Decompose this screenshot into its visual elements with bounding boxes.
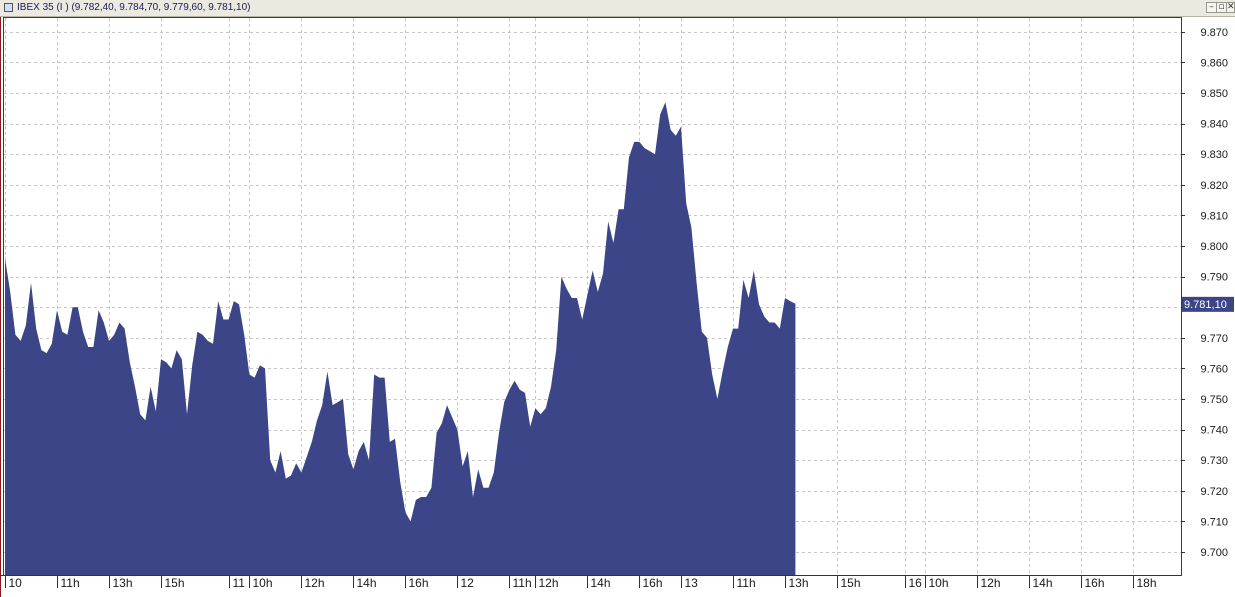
y-tick-label: 9.720: [1200, 486, 1228, 498]
chart-window-icon: [4, 3, 13, 12]
chart-window: IBEX 35 (I ) (9.782,40, 9.784,70, 9.779,…: [0, 0, 1235, 597]
x-tick-label: 11h: [513, 576, 532, 590]
x-tick-label: 16h: [409, 576, 429, 590]
x-tick-label: 12h: [539, 576, 559, 590]
y-tick-label: 9.770: [1200, 333, 1228, 345]
x-tick-label: 16: [909, 576, 923, 590]
y-tick-label: 9.700: [1200, 547, 1228, 559]
y-tick-label: 9.730: [1200, 455, 1228, 467]
x-tick-label: 14h: [1033, 576, 1053, 590]
y-tick-label: 9.830: [1200, 149, 1228, 161]
x-tick-label: 10h: [929, 576, 949, 590]
x-tick-label: 16h: [1085, 576, 1105, 590]
x-tick-label: 18h: [1137, 576, 1157, 590]
x-tick-label: 11h: [61, 576, 80, 590]
y-tick-label: 9.840: [1200, 119, 1228, 131]
x-tick-label: 16h: [643, 576, 663, 590]
x-tick-label: 12h: [981, 576, 1001, 590]
y-tick-label: 9.750: [1200, 394, 1228, 406]
y-axis: 9.870 9.860 9.850 9.840 9.830 9.820 9.810 9.800…: [1181, 27, 1228, 559]
x-tick-label: 10h: [253, 576, 273, 590]
x-tick-label: 13: [685, 576, 699, 590]
y-tick-label: 9.710: [1200, 516, 1228, 528]
x-tick-label: 12h: [305, 576, 325, 590]
last-value-label: 9.781,10: [1184, 299, 1227, 311]
x-tick-label: 11: [233, 576, 246, 590]
x-tick-label: 13h: [789, 576, 809, 590]
y-tick-label: 9.760: [1200, 363, 1228, 375]
x-tick-label: 10: [9, 576, 23, 590]
y-tick-label: 9.790: [1200, 272, 1228, 284]
x-tick-label: 15h: [165, 576, 185, 590]
y-tick-label: 9.850: [1200, 88, 1228, 100]
last-value-marker: 9.781,10: [1182, 296, 1234, 312]
x-tick-label: 12: [461, 576, 475, 590]
x-tick-label: 14h: [591, 576, 611, 590]
y-tick-label: 9.860: [1200, 57, 1228, 69]
y-tick-label: 9.800: [1200, 241, 1228, 253]
x-tick-label: 11h: [737, 576, 756, 590]
x-tick-label: 13h: [113, 576, 133, 590]
y-tick-label: 9.810: [1200, 210, 1228, 222]
y-tick-label: 9.870: [1200, 27, 1228, 39]
y-tick-label: 9.820: [1200, 180, 1228, 192]
x-tick-label: 15h: [841, 576, 861, 590]
close-button[interactable]: ✕: [1226, 2, 1235, 13]
title-bar[interactable]: IBEX 35 (I ) (9.782,40, 9.784,70, 9.779,…: [0, 0, 1235, 17]
y-tick-label: 9.740: [1200, 425, 1228, 437]
window-title: IBEX 35 (I ) (9.782,40, 9.784,70, 9.779,…: [17, 2, 251, 13]
x-tick-label: 14h: [357, 576, 377, 590]
price-area-chart[interactable]: 9.870 9.860 9.850 9.840 9.830 9.820 9.810 9.800…: [0, 17, 1235, 597]
x-axis: 10 11h 13h 15h 11 10h 12h 14h 16h 12 11h 12h 14h 16h 1…: [0, 575, 1181, 590]
